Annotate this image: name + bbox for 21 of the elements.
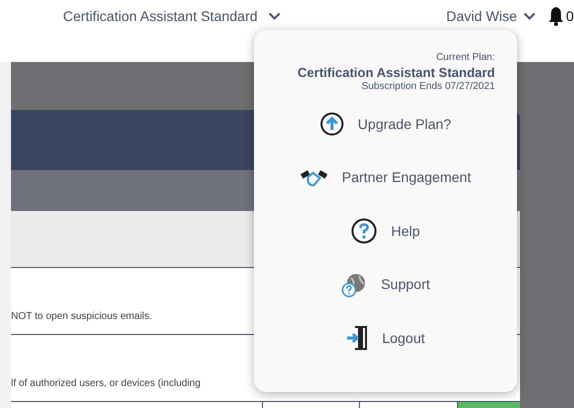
- handshake-icon: [300, 168, 328, 188]
- subscription-end: Subscription Ends 07/27/2021: [362, 80, 495, 94]
- status-cell: [458, 402, 520, 408]
- door-exit-icon: [346, 325, 368, 351]
- user-menu[interactable]: David Wise: [446, 6, 536, 26]
- menu-item[interactable]: Help: [276, 204, 495, 258]
- menu-item[interactable]: Support: [276, 258, 495, 312]
- plan-name: Certification Assistant Standard: [298, 64, 495, 81]
- chevron-down-icon: [268, 12, 281, 20]
- requirement-text: lf of authorized users, or devices (including: [11, 377, 201, 391]
- plan-selector[interactable]: Certification Assistant Standard: [63, 6, 281, 26]
- menu-item[interactable]: Upgrade Plan?: [276, 97, 495, 151]
- menu-item[interactable]: Logout: [276, 311, 495, 365]
- globe-question-icon: [340, 272, 367, 298]
- menu-item[interactable]: Partner Engagement: [276, 150, 495, 204]
- notification-count: 0: [566, 6, 574, 26]
- chevron-down-icon: [523, 12, 536, 20]
- bell-icon[interactable]: [548, 6, 564, 26]
- requirement-text: NOT to open suspicious emails.: [11, 310, 152, 324]
- help-icon: [351, 218, 378, 244]
- plan-label: Current Plan:: [436, 52, 495, 64]
